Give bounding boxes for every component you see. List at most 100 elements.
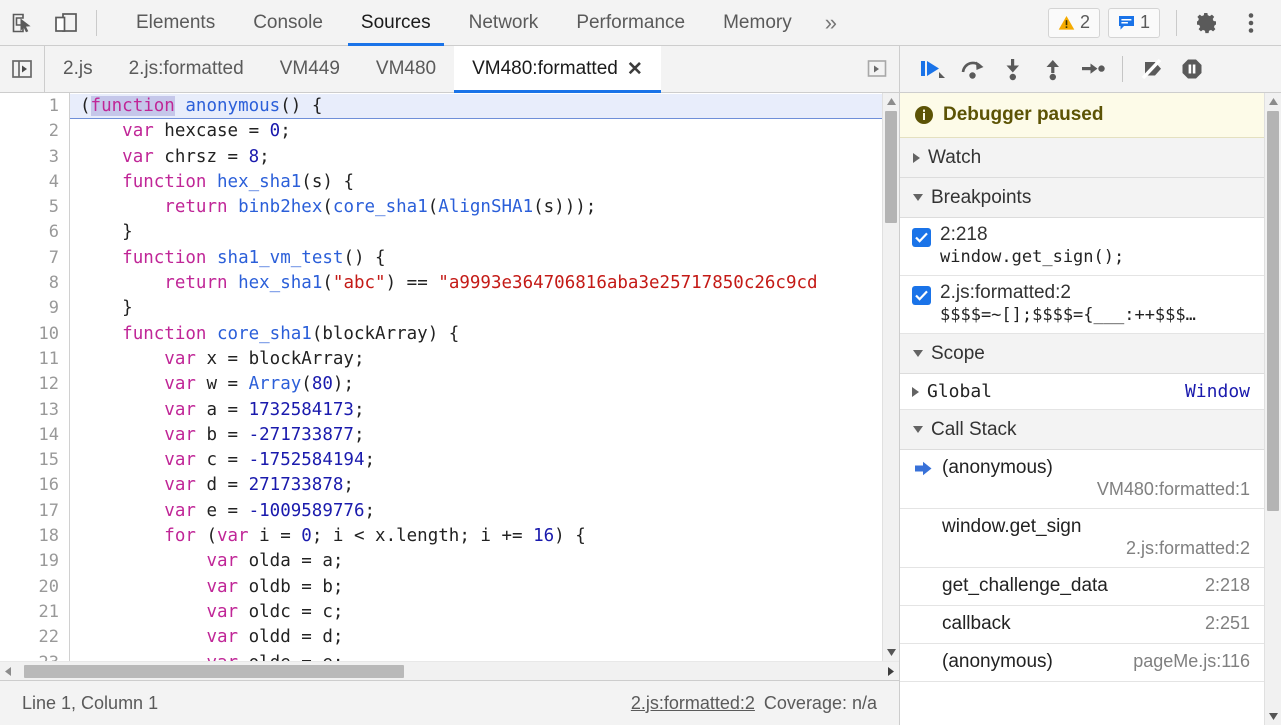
code-line[interactable]: var olda = a; (70, 549, 899, 574)
step-over-button[interactable] (954, 49, 992, 89)
code-line[interactable]: return hex_sha1("abc") == "a9993e3647068… (70, 271, 899, 296)
file-tab-2js-formatted[interactable]: 2.js:formatted (111, 46, 262, 93)
code-line[interactable]: function sha1_vm_test() { (70, 246, 899, 271)
line-number[interactable]: 1 (0, 94, 69, 119)
editor-scroll-thumb[interactable] (885, 111, 897, 223)
line-number[interactable]: 12 (0, 372, 69, 397)
tab-network[interactable]: Network (450, 0, 558, 46)
message-badge[interactable]: 1 (1107, 7, 1160, 38)
line-number[interactable]: 16 (0, 473, 69, 498)
line-number[interactable]: 14 (0, 423, 69, 448)
tab-sources[interactable]: Sources (342, 0, 450, 46)
code-editor[interactable]: 1234567891011121314151617181920212223 (f… (0, 93, 899, 661)
code-line[interactable]: var oldb = b; (70, 575, 899, 600)
debugger-scroll-thumb[interactable] (1267, 111, 1279, 511)
line-number[interactable]: 13 (0, 398, 69, 423)
code-line[interactable]: (function anonymous() { (70, 94, 899, 120)
code-line[interactable]: var chrsz = 8; (70, 145, 899, 170)
scroll-up-arrow-icon[interactable] (883, 93, 899, 110)
line-number[interactable]: 22 (0, 625, 69, 650)
code-line[interactable]: var c = -1752584194; (70, 448, 899, 473)
code-line[interactable]: for (var i = 0; i < x.length; i += 16) { (70, 524, 899, 549)
file-tab-vm449[interactable]: VM449 (262, 46, 358, 93)
editor-vertical-scrollbar[interactable] (882, 93, 899, 661)
scroll-right-arrow-icon[interactable] (883, 666, 899, 676)
line-number[interactable]: 19 (0, 549, 69, 574)
file-tab-vm480[interactable]: VM480 (358, 46, 454, 93)
show-debugger-button[interactable] (855, 46, 899, 92)
inspect-element-button[interactable] (0, 1, 44, 45)
section-header-scope[interactable]: Scope (900, 334, 1264, 374)
close-icon[interactable]: ✕ (627, 60, 643, 79)
code-line[interactable]: var x = blockArray; (70, 347, 899, 372)
settings-button[interactable] (1185, 1, 1229, 45)
code-line[interactable]: var w = Array(80); (70, 372, 899, 397)
scroll-up-arrow-icon[interactable] (1265, 93, 1281, 110)
more-panels-button[interactable]: » (811, 0, 851, 46)
code-line[interactable]: } (70, 296, 899, 321)
step-into-button[interactable] (994, 49, 1032, 89)
call-stack-item[interactable]: window.get_sign 2.js:formatted:2 (900, 509, 1264, 568)
chevron-right-icon[interactable] (912, 386, 919, 397)
code-line[interactable]: var b = -271733877; (70, 423, 899, 448)
code-line[interactable]: var oldd = d; (70, 625, 899, 650)
warning-badge[interactable]: 2 (1047, 7, 1100, 38)
debugger-vertical-scrollbar[interactable] (1264, 93, 1281, 725)
code-line[interactable]: var a = 1732584173; (70, 398, 899, 423)
call-stack-item[interactable]: callback 2:251 (900, 606, 1264, 644)
show-navigator-button[interactable] (0, 46, 44, 92)
code-line[interactable]: var oldc = c; (70, 600, 899, 625)
tab-performance[interactable]: Performance (557, 0, 704, 46)
deactivate-breakpoints-button[interactable] (1133, 49, 1171, 89)
line-number[interactable]: 5 (0, 195, 69, 220)
line-number[interactable]: 15 (0, 448, 69, 473)
code-line[interactable]: var e = -1009589776; (70, 499, 899, 524)
scroll-down-arrow-icon[interactable] (1265, 708, 1281, 725)
line-number[interactable]: 2 (0, 119, 69, 144)
line-number[interactable]: 4 (0, 170, 69, 195)
file-tab-vm480-formatted[interactable]: VM480:formatted ✕ (454, 45, 661, 93)
line-number[interactable]: 3 (0, 145, 69, 170)
scope-row-global[interactable]: Global Window (900, 374, 1264, 410)
code-content[interactable]: (function anonymous() { var hexcase = 0;… (70, 93, 899, 661)
breakpoint-checkbox[interactable] (912, 286, 931, 305)
line-number[interactable]: 10 (0, 322, 69, 347)
resume-script-button[interactable] (914, 49, 952, 89)
step-out-button[interactable] (1034, 49, 1072, 89)
tab-elements[interactable]: Elements (117, 0, 234, 46)
line-number[interactable]: 7 (0, 246, 69, 271)
editor-horizontal-scrollbar[interactable] (0, 661, 899, 680)
file-tab-2js[interactable]: 2.js (45, 46, 111, 93)
code-line[interactable]: var d = 271733878; (70, 473, 899, 498)
pause-on-exceptions-button[interactable] (1173, 49, 1211, 89)
section-header-breakpoints[interactable]: Breakpoints (900, 178, 1264, 218)
breakpoint-item[interactable]: 2:218 window.get_sign(); (900, 218, 1264, 276)
section-header-call-stack[interactable]: Call Stack (900, 410, 1264, 450)
code-line[interactable]: var hexcase = 0; (70, 119, 899, 144)
call-stack-item[interactable]: (anonymous) pageMe.js:116 (900, 644, 1264, 682)
line-number[interactable]: 20 (0, 575, 69, 600)
line-number[interactable]: 18 (0, 524, 69, 549)
tab-memory[interactable]: Memory (704, 0, 811, 46)
device-toolbar-button[interactable] (44, 1, 88, 45)
source-mapping-link[interactable]: 2.js:formatted:2 (631, 693, 755, 714)
line-number[interactable]: 11 (0, 347, 69, 372)
section-header-watch[interactable]: Watch (900, 138, 1264, 178)
line-number[interactable]: 8 (0, 271, 69, 296)
scroll-left-arrow-icon[interactable] (0, 666, 16, 676)
code-line[interactable]: function hex_sha1(s) { (70, 170, 899, 195)
line-number[interactable]: 6 (0, 220, 69, 245)
tab-console[interactable]: Console (234, 0, 342, 46)
call-stack-item[interactable]: (anonymous) VM480:formatted:1 (900, 450, 1264, 509)
code-line[interactable]: } (70, 220, 899, 245)
call-stack-item[interactable]: get_challenge_data 2:218 (900, 568, 1264, 606)
code-line[interactable]: return binb2hex(core_sha1(AlignSHA1(s)))… (70, 195, 899, 220)
code-line[interactable]: var olde = e; (70, 651, 899, 661)
line-number[interactable]: 9 (0, 296, 69, 321)
devtools-menu-button[interactable] (1229, 1, 1273, 45)
line-number[interactable]: 17 (0, 499, 69, 524)
scroll-down-arrow-icon[interactable] (883, 644, 899, 661)
step-button[interactable] (1074, 49, 1112, 89)
code-line[interactable]: function core_sha1(blockArray) { (70, 322, 899, 347)
breakpoint-checkbox[interactable] (912, 228, 931, 247)
